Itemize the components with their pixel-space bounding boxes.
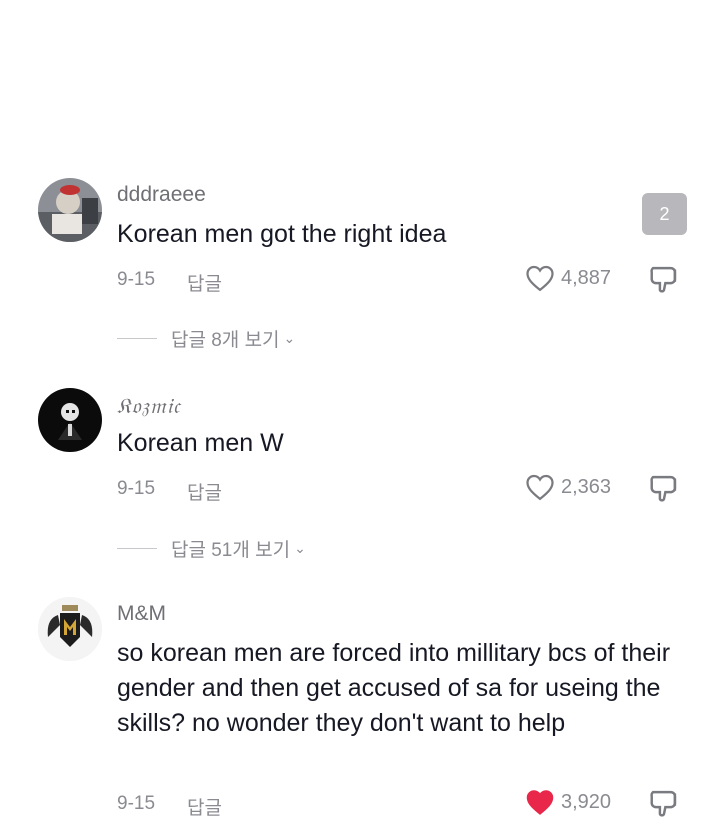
like-button[interactable]: 2,363	[525, 473, 611, 501]
like-count: 2,363	[561, 475, 612, 498]
reply-button[interactable]: 답글	[187, 793, 222, 820]
heart-icon	[526, 265, 554, 292]
comment-username[interactable]: 𝔎𝔬𝔷𝔪𝔦𝔠	[117, 394, 181, 419]
comment-text: so korean men are forced into millitary …	[117, 639, 671, 737]
avatar[interactable]	[38, 597, 102, 661]
comment-date: 9-15	[117, 478, 156, 499]
divider	[117, 338, 157, 339]
dislike-icon[interactable]	[647, 473, 681, 503]
like-button[interactable]: 3,920	[525, 788, 611, 816]
reply-button[interactable]: 답글	[187, 478, 222, 505]
divider	[117, 548, 157, 549]
comment-username[interactable]: dddraeee	[117, 183, 206, 207]
comment-text: Korean men W	[117, 429, 284, 457]
heart-icon	[526, 474, 554, 501]
comment-username[interactable]: M&M	[117, 602, 166, 626]
like-count: 4,887	[561, 266, 612, 289]
view-replies-link[interactable]: 답글 8개 보기 ⌄	[117, 325, 295, 352]
view-replies-link[interactable]: 답글 51개 보기 ⌄	[117, 535, 306, 562]
comment-text: Korean men got the right idea	[117, 220, 447, 248]
avatar[interactable]	[38, 178, 102, 242]
dislike-icon[interactable]	[647, 788, 681, 818]
chevron-down-icon: ⌄	[294, 540, 306, 556]
dislike-icon[interactable]	[647, 264, 681, 294]
reply-button[interactable]: 답글	[187, 269, 222, 296]
chevron-down-icon: ⌄	[283, 330, 296, 346]
like-button[interactable]: 4,887	[525, 264, 611, 292]
comment-date: 9-15	[117, 269, 156, 290]
avatar[interactable]	[38, 388, 102, 452]
view-replies-label: 답글 8개 보기	[171, 330, 280, 351]
like-count: 3,920	[561, 790, 612, 813]
comment-date: 9-15	[117, 793, 156, 814]
view-replies-label: 답글 51개 보기	[171, 540, 291, 561]
heart-filled-icon	[526, 790, 554, 815]
